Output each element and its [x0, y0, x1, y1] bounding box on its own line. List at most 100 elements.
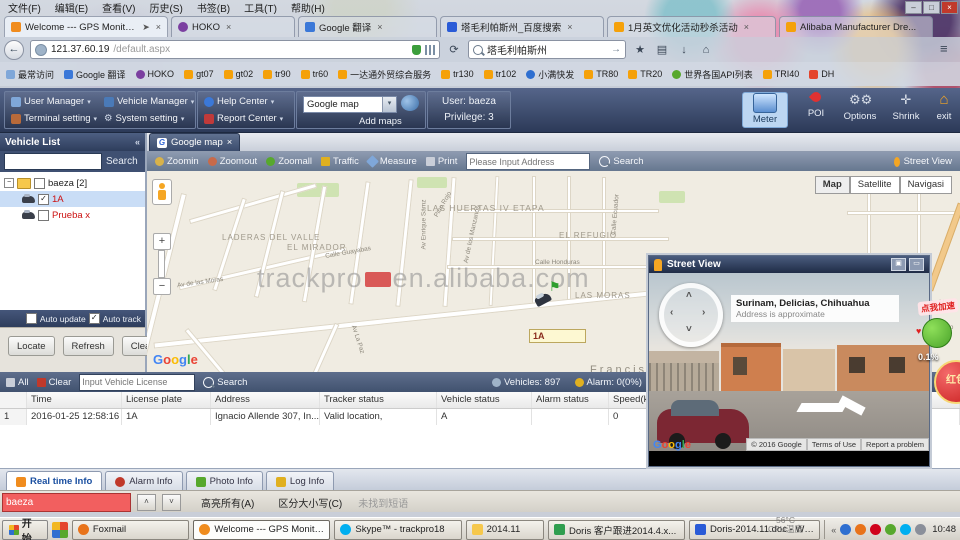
menu-file[interactable]: 文件(F) — [8, 0, 41, 15]
measure-button[interactable]: Measure — [365, 155, 417, 168]
terminal-setting-button[interactable]: Terminal setting ▾ — [8, 111, 100, 126]
bookmark-item[interactable]: Google 翻译 — [64, 68, 126, 81]
navigation-arrow[interactable] — [796, 395, 869, 417]
tray-icon[interactable] — [870, 524, 882, 535]
bookmark-item[interactable]: tr102 — [483, 69, 516, 79]
bookmark-item[interactable]: gt07 — [184, 69, 214, 79]
minimize-button[interactable]: – — [905, 1, 922, 14]
tab-gps-monitor[interactable]: Welcome --- GPS Monitor ... ➤ × — [4, 16, 168, 37]
tab-alarm-info[interactable]: Alarm Info — [105, 471, 183, 491]
match-case-checkbox[interactable]: 区分大小写(C) — [278, 495, 342, 510]
grid-clear-button[interactable]: Clear — [36, 377, 71, 388]
exit-button[interactable]: ⌂ exit — [922, 92, 960, 123]
street-view-compass[interactable]: ˄ ˅ ‹ › — [659, 283, 723, 347]
bookmark-item[interactable]: TR20 — [628, 69, 662, 79]
group-checkbox[interactable] — [34, 177, 45, 189]
panel-close-icon[interactable]: ▭ — [909, 258, 924, 271]
tab-realtime-info[interactable]: Real time Info — [6, 471, 103, 491]
bookmark-item[interactable]: tr130 — [441, 69, 474, 79]
refresh-button[interactable]: Refresh — [62, 336, 114, 356]
system-setting-button[interactable]: ⚙ System setting ▾ — [101, 111, 187, 126]
tab-log-info[interactable]: Log Info — [265, 471, 335, 491]
home-icon[interactable]: ⌂ — [698, 42, 714, 58]
col-vehicle[interactable]: Vehicle status — [437, 392, 532, 408]
bookmark-item[interactable]: gt02 — [223, 69, 253, 79]
locate-button[interactable]: Locate — [8, 336, 55, 356]
url-bar[interactable]: 121.37.60.19/default.aspx — [30, 40, 440, 59]
options-button[interactable]: ⚙⚙ Options — [838, 92, 882, 122]
user-manager-button[interactable]: User Manager ▾ — [8, 94, 94, 109]
tab-photo-info[interactable]: Photo Info — [185, 471, 263, 491]
map-tab-close-icon[interactable]: × — [227, 137, 233, 148]
maximize-button[interactable]: □ — [923, 1, 940, 14]
grid-all-button[interactable]: All — [6, 377, 29, 388]
tray-icon[interactable] — [855, 524, 867, 535]
bookmark-item[interactable]: 一达通外贸综合服务 — [338, 68, 431, 81]
search-go-icon[interactable]: → — [611, 44, 621, 55]
menu-edit[interactable]: 编辑(E) — [55, 0, 88, 15]
report-problem-link[interactable]: Report a problem — [861, 438, 929, 451]
vehicle-checkbox[interactable]: ✓ — [38, 193, 49, 205]
bookmark-item[interactable]: tr90 — [263, 69, 291, 79]
accelerate-label[interactable]: 点我加速 — [917, 297, 959, 317]
print-button[interactable]: Print — [425, 156, 457, 167]
reload-icon[interactable]: ⟳ — [446, 42, 462, 58]
col-license[interactable]: License plate — [122, 392, 211, 408]
highlight-all-button[interactable]: 高亮所有(A) — [201, 495, 254, 510]
find-input[interactable] — [2, 492, 131, 512]
expand-icon[interactable]: − — [4, 178, 14, 188]
tree-vehicle-row[interactable]: Prueba x — [0, 207, 145, 223]
street-view-header[interactable]: Street View ▣ ▭ — [649, 256, 929, 273]
tab-promo[interactable]: 1月英文优化活动秒杀活动 × — [607, 16, 776, 37]
pegman-control[interactable] — [152, 179, 172, 205]
col-time[interactable]: Time — [27, 392, 122, 408]
vehicle-marker-label[interactable]: 1A — [529, 329, 586, 343]
poi-button[interactable]: POI — [794, 89, 838, 119]
col-tracker[interactable]: Tracker status — [320, 392, 437, 408]
tab-close-icon[interactable]: × — [744, 22, 749, 32]
col-alarm[interactable]: Alarm status — [532, 392, 609, 408]
start-button[interactable]: 开始 — [2, 519, 49, 540]
terms-link[interactable]: Terms of Use — [806, 438, 862, 451]
tab-close-icon[interactable]: × — [226, 22, 231, 32]
bookmark-item[interactable]: 世界各国API列表 — [672, 68, 753, 81]
zoomin-button[interactable]: Zoomin — [155, 156, 199, 167]
street-view-toggle[interactable]: Street View — [893, 156, 952, 167]
find-prev-button[interactable]: ˄ — [137, 493, 156, 511]
panel-restore-icon[interactable]: ▣ — [891, 258, 906, 271]
tab-close-icon[interactable]: × — [156, 22, 161, 32]
vehicle-manager-button[interactable]: Vehicle Manager ▾ — [101, 94, 197, 109]
zoom-slider[interactable] — [158, 250, 165, 278]
back-button[interactable]: ← — [4, 39, 24, 60]
tab-pin-icon[interactable]: ➤ — [142, 22, 150, 33]
menu-view[interactable]: 查看(V) — [102, 0, 135, 15]
tab-hoko[interactable]: HOKO × — [171, 16, 295, 37]
close-button[interactable]: × — [941, 1, 958, 14]
street-view-body[interactable]: ˄ ˅ ‹ › Surinam, Delicias, Chihuahua Add… — [649, 273, 929, 451]
col-address[interactable]: Address — [211, 392, 320, 408]
shield-icon[interactable] — [412, 44, 421, 55]
vehicle-search-input[interactable] — [4, 153, 102, 170]
tab-close-icon[interactable]: × — [377, 22, 382, 32]
hamburger-menu-icon[interactable]: ≡ — [940, 41, 948, 56]
map-search-button[interactable]: Search — [599, 156, 643, 167]
map-source-select[interactable]: Google map ▾ — [303, 96, 397, 113]
grid-search-button[interactable]: Search — [203, 376, 247, 388]
tab-alibaba[interactable]: Alibaba Manufacturer Dre... — [779, 16, 933, 37]
tab-google-translate[interactable]: Google 翻译 × — [298, 16, 437, 37]
tab-baidu-search[interactable]: 塔毛利帕斯州_百度搜索 × — [440, 16, 604, 37]
tray-icon[interactable] — [915, 524, 927, 535]
bookmark-item[interactable]: 小满快发 — [526, 68, 574, 81]
tray-icon[interactable] — [885, 524, 897, 535]
map-tab-google[interactable]: G Google map × — [149, 133, 241, 151]
add-maps-label[interactable]: Add maps — [359, 116, 402, 127]
collapse-icon[interactable]: « — [135, 137, 140, 147]
report-center-button[interactable]: Report Center ▾ — [201, 111, 286, 126]
clipboard-icon[interactable]: ▤ — [654, 42, 670, 58]
globe-add-icon[interactable] — [401, 95, 419, 111]
auto-update-checkbox[interactable] — [25, 313, 37, 324]
zoom-out-button[interactable]: − — [153, 278, 171, 295]
bookmark-item[interactable]: tr60 — [300, 69, 328, 79]
taskbar-clock[interactable]: 10:48 — [932, 524, 956, 535]
download-icon[interactable]: ↓ — [676, 42, 692, 58]
